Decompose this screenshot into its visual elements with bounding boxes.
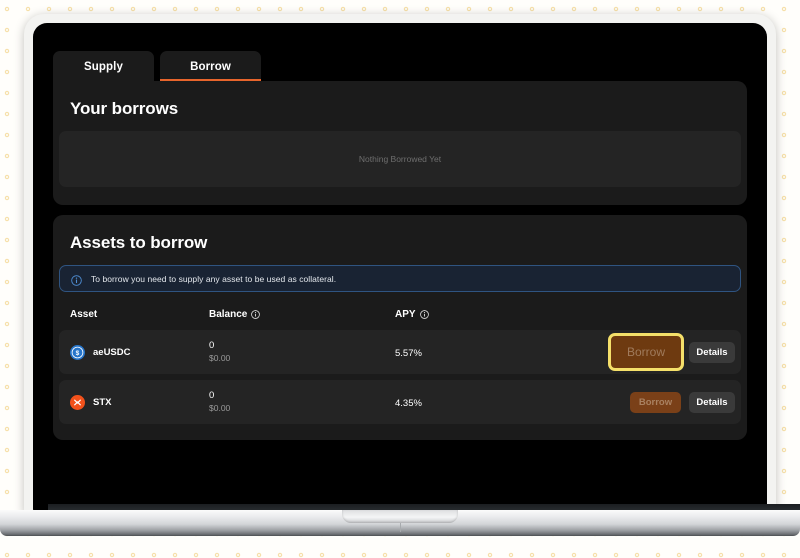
row-asset-cell: $ aeUSDC <box>59 344 209 360</box>
apy-info-icon[interactable] <box>419 310 429 319</box>
your-borrows-empty-state: Nothing Borrowed Yet <box>59 131 741 187</box>
borrow-button-highlight: Borrow <box>608 333 684 371</box>
row-asset-name: STX <box>93 396 112 408</box>
laptop-screen: Supply Borrow Your borrows Nothing Borro… <box>42 31 758 503</box>
laptop-bezel: Supply Borrow Your borrows Nothing Borro… <box>33 23 767 511</box>
page-background: Supply Borrow Your borrows Nothing Borro… <box>0 0 800 558</box>
details-button[interactable]: Details <box>689 391 735 413</box>
row-apy-cell: 4.35% <box>395 393 595 411</box>
assets-table-header: Asset Balance APY <box>53 303 747 330</box>
row-balance-cell: 0 $0.00 <box>209 339 395 365</box>
your-borrows-title: Your borrows <box>70 99 179 118</box>
row-apy-value: 4.35% <box>395 398 422 409</box>
column-balance-label: Balance <box>209 309 248 320</box>
row-actions-cell: Borrow Details <box>595 333 741 371</box>
row-balance-amount: 0 <box>209 340 215 351</box>
row-apy-value: 5.57% <box>395 348 422 359</box>
details-button[interactable]: Details <box>689 341 735 363</box>
tab-borrow[interactable]: Borrow <box>160 51 261 81</box>
column-balance: Balance <box>209 309 395 320</box>
assets-to-borrow-card: Assets to borrow To borrow you need to s… <box>53 215 747 440</box>
row-asset-cell: STX <box>59 394 209 410</box>
laptop-notch-line <box>400 523 401 532</box>
stacks-coin-icon <box>70 394 85 410</box>
assets-to-borrow-title: Assets to borrow <box>70 233 208 252</box>
column-apy: APY <box>395 309 595 320</box>
row-asset-name: aeUSDC <box>93 346 131 358</box>
row-balance-amount: 0 <box>209 390 215 401</box>
column-asset-label: Asset <box>70 309 98 320</box>
tab-borrow-label: Borrow <box>190 61 231 73</box>
row-apy-cell: 5.57% <box>395 343 595 361</box>
collateral-notice-banner: To borrow you need to supply any asset t… <box>59 265 741 292</box>
collateral-notice-text: To borrow you need to supply any asset t… <box>91 273 337 284</box>
column-asset: Asset <box>59 309 209 320</box>
column-apy-label: APY <box>395 309 416 320</box>
empty-state-message: Nothing Borrowed Yet <box>358 154 442 164</box>
tab-bar: Supply Borrow <box>42 31 758 81</box>
borrow-button[interactable]: Borrow <box>608 333 684 371</box>
app-viewport: Supply Borrow Your borrows Nothing Borro… <box>42 31 758 503</box>
borrow-button[interactable]: Borrow <box>630 391 681 413</box>
table-row: STX 0 $0.00 4.35% Borrow Details <box>59 380 741 424</box>
row-actions-cell: Borrow Details <box>595 391 741 413</box>
laptop-mockup: Supply Borrow Your borrows Nothing Borro… <box>0 14 800 536</box>
tab-supply[interactable]: Supply <box>53 51 154 81</box>
tab-supply-label: Supply <box>84 61 123 73</box>
row-balance-usd: $0.00 <box>209 403 231 413</box>
info-circle-icon <box>71 273 82 286</box>
svg-text:$: $ <box>76 350 80 357</box>
your-borrows-card: Your borrows Nothing Borrowed Yet <box>53 81 747 205</box>
usdc-coin-icon: $ <box>70 344 85 360</box>
row-balance-usd: $0.00 <box>209 353 231 363</box>
row-balance-cell: 0 $0.00 <box>209 389 395 415</box>
table-row: $ aeUSDC 0 $0.00 5.57% Borrow Details <box>59 330 741 374</box>
laptop-notch <box>342 510 458 523</box>
balance-info-icon[interactable] <box>251 310 261 319</box>
